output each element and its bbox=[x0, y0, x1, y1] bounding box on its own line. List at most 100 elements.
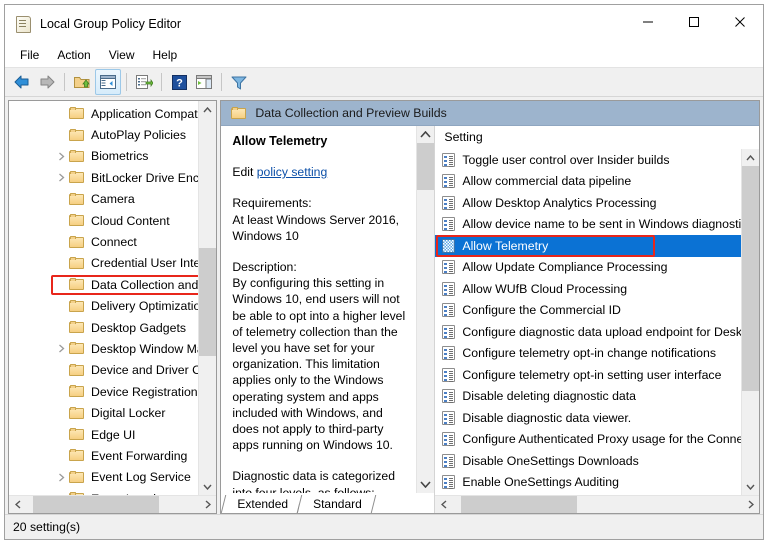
back-icon[interactable] bbox=[10, 70, 34, 94]
tree-item[interactable]: Data Collection and Preview Builds bbox=[9, 274, 198, 295]
tree-item[interactable]: Biometrics bbox=[9, 146, 198, 167]
settings-list[interactable]: Toggle user control over Insider builds A… bbox=[435, 149, 741, 495]
up-folder-icon[interactable] bbox=[70, 70, 94, 94]
toolbar-separator bbox=[161, 73, 162, 91]
settings-horizontal-scrollbar[interactable] bbox=[435, 495, 759, 513]
settings-row[interactable]: Allow device name to be sent in Windows … bbox=[435, 214, 741, 236]
export-list-icon[interactable] bbox=[132, 70, 156, 94]
tree-item[interactable]: Device and Driver Compatibility bbox=[9, 360, 198, 381]
details-vertical-scrollbar[interactable] bbox=[416, 126, 435, 493]
tree-item[interactable]: Event Forwarding bbox=[9, 445, 198, 466]
policy-setting-link[interactable]: policy setting bbox=[257, 165, 327, 179]
settings-row[interactable]: Allow commercial data pipeline bbox=[435, 171, 741, 193]
tree-item[interactable]: BitLocker Drive Encryption bbox=[9, 167, 198, 188]
tree-item[interactable]: Camera bbox=[9, 189, 198, 210]
tree-list[interactable]: Application Compatibility AutoPlay Polici… bbox=[9, 101, 199, 495]
menu-action[interactable]: Action bbox=[48, 46, 99, 64]
settings-row[interactable]: Configure telemetry opt-in setting user … bbox=[435, 364, 741, 386]
menu-help[interactable]: Help bbox=[144, 46, 187, 64]
tree-hscroll-track[interactable] bbox=[26, 496, 199, 513]
tree-item-label: Device Registration bbox=[91, 384, 198, 399]
settings-row[interactable]: Allow WUfB Cloud Processing bbox=[435, 278, 741, 300]
settings-row[interactable]: Disable diagnostic data viewer. bbox=[435, 407, 741, 429]
tree-scroll-down-button[interactable] bbox=[199, 478, 217, 495]
tree-scroll-up-button[interactable] bbox=[199, 101, 217, 118]
settings-row[interactable]: Allow Update Compliance Processing bbox=[435, 257, 741, 279]
tree-scroll-right-button[interactable] bbox=[199, 496, 216, 513]
settings-scroll-down-button[interactable] bbox=[742, 478, 759, 495]
tree-item[interactable]: Event Logging bbox=[9, 488, 198, 495]
tree-scroll-left-button[interactable] bbox=[9, 496, 26, 513]
settings-column-header[interactable]: Setting bbox=[435, 126, 759, 149]
chevron-right-icon[interactable] bbox=[55, 172, 67, 184]
details-inner: Allow Telemetry Edit policy setting Requ… bbox=[221, 126, 435, 493]
settings-hscroll-track[interactable] bbox=[452, 496, 742, 513]
details-scroll-thumb[interactable] bbox=[417, 143, 435, 190]
settings-row[interactable]: Disable OneSettings Downloads bbox=[435, 450, 741, 472]
settings-scroll-thumb[interactable] bbox=[742, 166, 759, 391]
tree-item-label: Biometrics bbox=[91, 149, 149, 164]
settings-hscroll-thumb[interactable] bbox=[461, 496, 577, 513]
settings-row-selected[interactable]: Allow Telemetry bbox=[435, 235, 741, 257]
requirements-text: At least Windows Server 2016, Windows 10 bbox=[232, 212, 400, 243]
tree-item[interactable]: Desktop Gadgets bbox=[9, 317, 198, 338]
chevron-right-icon[interactable] bbox=[55, 150, 67, 162]
menu-file[interactable]: File bbox=[11, 46, 48, 64]
tree-item[interactable]: Connect bbox=[9, 231, 198, 252]
tree-hscroll-thumb[interactable] bbox=[32, 496, 160, 513]
folder-icon bbox=[69, 406, 85, 420]
settings-row[interactable]: Toggle user control over Insider builds bbox=[435, 149, 741, 171]
chevron-right-icon[interactable] bbox=[55, 343, 67, 355]
tree-item[interactable]: Device Registration bbox=[9, 381, 198, 402]
policy-setting-icon bbox=[442, 410, 456, 425]
show-action-pane-icon[interactable] bbox=[192, 70, 216, 94]
tree-scroll-area: Application Compatibility AutoPlay Polici… bbox=[9, 101, 217, 495]
close-button[interactable] bbox=[717, 5, 763, 39]
settings-row[interactable]: Allow Desktop Analytics Processing bbox=[435, 192, 741, 214]
minimize-button[interactable] bbox=[625, 5, 671, 39]
details-scroll-up-button[interactable] bbox=[417, 126, 435, 143]
settings-row[interactable]: Enable OneSettings Auditing bbox=[435, 472, 741, 494]
tree-item[interactable]: Desktop Window Manager bbox=[9, 338, 198, 359]
menu-view[interactable]: View bbox=[100, 46, 144, 64]
settings-scroll-left-button[interactable] bbox=[435, 496, 452, 513]
tab-extended[interactable]: Extended bbox=[223, 495, 300, 513]
tree-vertical-scrollbar[interactable] bbox=[198, 101, 217, 495]
tree-item[interactable]: AutoPlay Policies bbox=[9, 124, 198, 145]
settings-row[interactable]: Configure telemetry opt-in change notifi… bbox=[435, 343, 741, 365]
maximize-button[interactable] bbox=[671, 5, 717, 39]
settings-row[interactable]: Configure Authenticated Proxy usage for … bbox=[435, 429, 741, 451]
settings-scroll-track[interactable] bbox=[742, 166, 759, 478]
tree-item[interactable]: Delivery Optimization bbox=[9, 296, 198, 317]
policy-setting-icon bbox=[442, 174, 456, 189]
settings-scroll-right-button[interactable] bbox=[742, 496, 759, 513]
tree-item[interactable]: Digital Locker bbox=[9, 402, 198, 423]
show-hide-tree-icon[interactable] bbox=[95, 69, 121, 95]
tree-item-label: Application Compatibility bbox=[91, 106, 198, 121]
details-scroll-track[interactable] bbox=[417, 143, 435, 476]
toolbar-separator bbox=[64, 73, 65, 91]
tree-scroll-thumb[interactable] bbox=[199, 247, 217, 356]
help-icon[interactable]: ? bbox=[167, 70, 191, 94]
tree-horizontal-scrollbar[interactable] bbox=[9, 495, 217, 513]
folder-icon bbox=[69, 107, 85, 120]
settings-row[interactable]: Configure the Commercial ID bbox=[435, 300, 741, 322]
tree-item[interactable]: Credential User Interface bbox=[9, 253, 198, 274]
policy-setting-icon bbox=[442, 475, 456, 490]
description-paragraph-1: By configuring this setting in Windows 1… bbox=[232, 276, 406, 453]
settings-row[interactable]: Configure diagnostic data upload endpoin… bbox=[435, 321, 741, 343]
chevron-right-icon[interactable] bbox=[55, 471, 67, 483]
tree-item[interactable]: Edge UI bbox=[9, 424, 198, 445]
details-scroll-down-button[interactable] bbox=[417, 476, 435, 493]
tab-standard[interactable]: Standard bbox=[299, 495, 373, 513]
settings-vertical-scrollbar[interactable] bbox=[741, 149, 759, 495]
tree-item[interactable]: Event Log Service bbox=[9, 467, 198, 488]
tree-scroll-track[interactable] bbox=[199, 118, 217, 478]
tree-item[interactable]: Cloud Content bbox=[9, 210, 198, 231]
tree-item[interactable]: Application Compatibility bbox=[9, 103, 198, 124]
forward-icon[interactable] bbox=[35, 70, 59, 94]
settings-row[interactable]: Disable deleting diagnostic data bbox=[435, 386, 741, 408]
filter-icon[interactable] bbox=[227, 70, 251, 94]
settings-row[interactable]: Limit Enhanced diagnostic data to the mi… bbox=[435, 493, 741, 495]
settings-scroll-up-button[interactable] bbox=[742, 149, 759, 166]
